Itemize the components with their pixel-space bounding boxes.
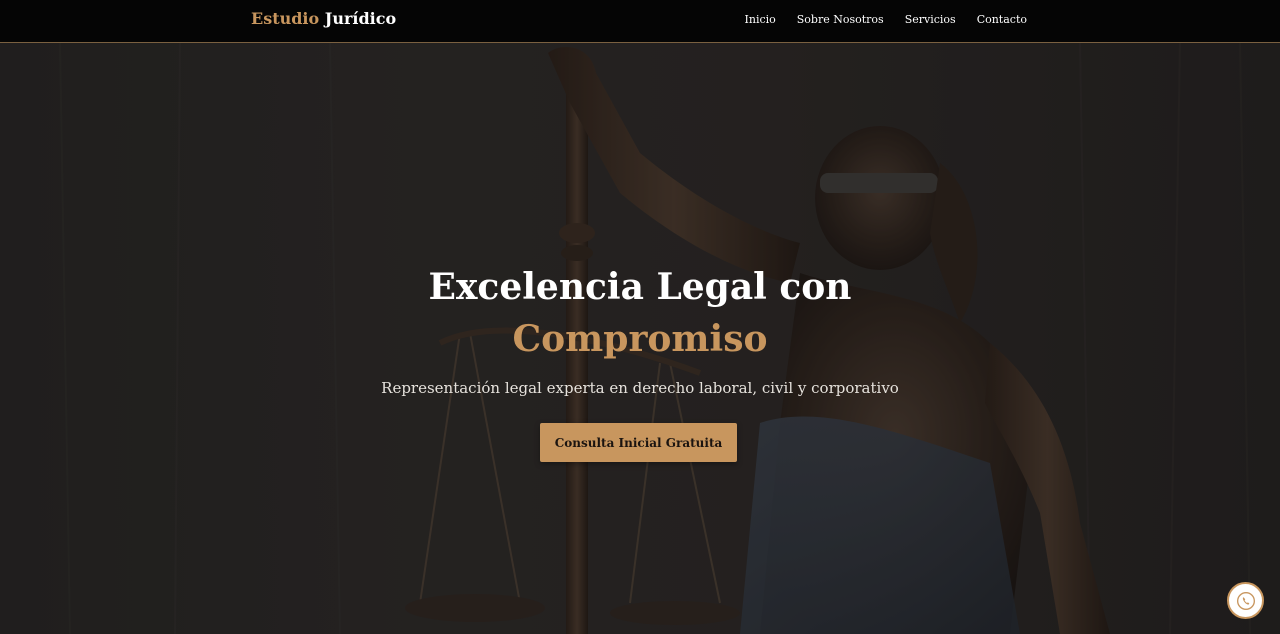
free-consultation-button[interactable]: Consulta Inicial Gratuita — [540, 423, 737, 462]
nav-link-sobre-nosotros[interactable]: Sobre Nosotros — [797, 13, 884, 26]
hero-subtitle: Representación legal experta en derecho … — [381, 379, 899, 397]
hero-title-accent: Compromiso — [512, 318, 768, 360]
phone-icon — [1236, 591, 1255, 610]
hero-title: Excelencia Legal con Compromiso — [0, 261, 1280, 365]
hero-title-line1: Excelencia Legal con — [428, 266, 852, 308]
brand-main-text: Jurídico — [324, 9, 397, 28]
phone-floating-button[interactable] — [1227, 582, 1264, 619]
brand-accent-text: Estudio — [251, 9, 320, 28]
brand-logo[interactable]: Estudio Jurídico — [251, 9, 396, 28]
nav-link-contacto[interactable]: Contacto — [977, 13, 1027, 26]
nav-link-servicios[interactable]: Servicios — [905, 13, 956, 26]
top-navbar: Estudio Jurídico Inicio Sobre Nosotros S… — [0, 0, 1280, 43]
nav-link-inicio[interactable]: Inicio — [745, 13, 776, 26]
hero-section: Excelencia Legal con Compromiso Represen… — [0, 43, 1280, 634]
nav-menu: Inicio Sobre Nosotros Servicios Contacto — [745, 13, 1027, 26]
